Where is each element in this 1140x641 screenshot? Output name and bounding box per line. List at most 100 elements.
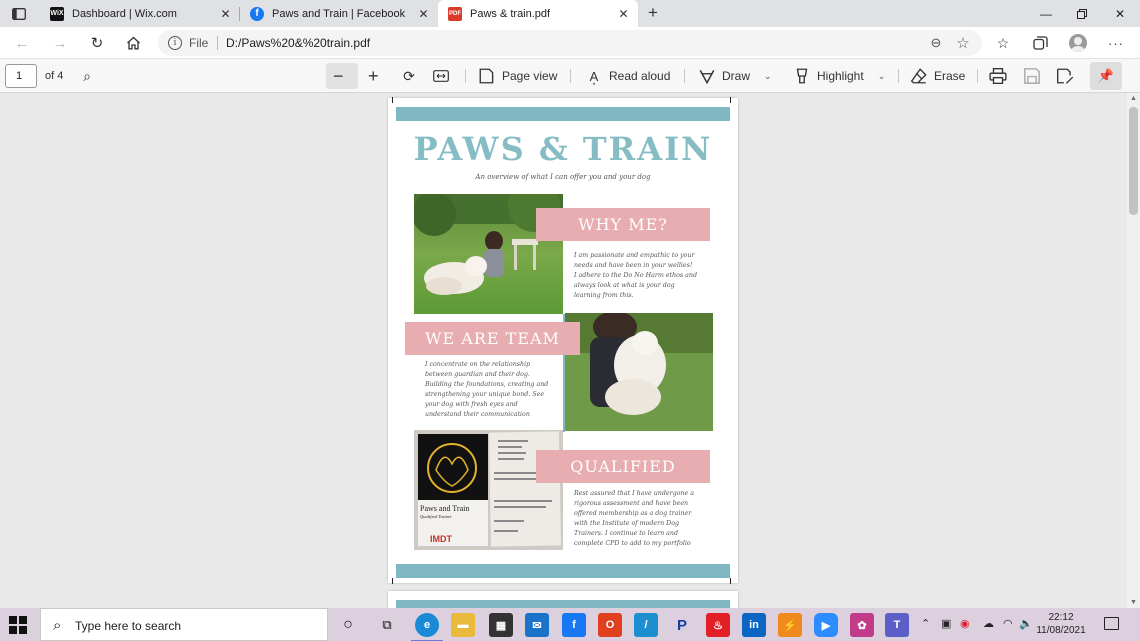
onedrive-icon[interactable]: ☁ [983, 617, 994, 630]
heading-why-me: WHY ME? [536, 208, 710, 241]
highlight-button[interactable]: Highlight ⌄ [793, 64, 885, 88]
settings-more-button[interactable]: ··· [1104, 32, 1128, 54]
save-button[interactable] [1023, 64, 1047, 88]
page-view-label: Page view [502, 69, 558, 83]
close-tab-icon[interactable]: ✕ [617, 7, 630, 21]
volume-icon[interactable]: 🔈 [1019, 617, 1033, 630]
paypal-button[interactable]: P [670, 613, 694, 637]
zoom-in-button[interactable]: + [368, 64, 379, 88]
document-title: PAWS & TRAIN [413, 130, 713, 168]
zoom-app-button[interactable]: ▶ [814, 613, 838, 637]
toolbar-separator [465, 69, 466, 83]
store-button[interactable]: ▦ [489, 613, 513, 637]
print-button[interactable] [989, 64, 1013, 88]
tab-facebook[interactable]: f Paws and Train | Facebook ✕ [240, 0, 438, 27]
forward-button[interactable]: → [47, 31, 73, 55]
task-view-icon: ⧉ [382, 617, 392, 632]
search-placeholder: Type here to search [75, 619, 182, 633]
gallery-button[interactable]: ✿ [850, 613, 874, 637]
scrollbar-thumb[interactable] [1129, 107, 1138, 215]
teams-button[interactable]: T [885, 613, 909, 637]
restore-button[interactable] [1064, 0, 1100, 27]
pdf-page-2 [388, 591, 738, 608]
highlight-icon [796, 68, 808, 84]
scroll-down-icon[interactable]: ▼ [1130, 599, 1137, 606]
scroll-up-icon[interactable]: ▲ [1130, 95, 1137, 102]
edge-app-button[interactable]: e [411, 613, 443, 641]
bottom-teal-band [396, 564, 730, 578]
chevron-down-icon[interactable]: ⌄ [878, 71, 886, 82]
search-icon: ⌕ [83, 67, 91, 84]
save-as-button[interactable] [1056, 64, 1080, 88]
read-aloud-button[interactable]: A͙ Read aloud [585, 64, 671, 88]
erase-button[interactable]: Erase [910, 64, 965, 88]
minimize-button[interactable]: — [1028, 0, 1064, 27]
tab-actions-button[interactable] [8, 4, 30, 24]
we-are-team-text: I concentrate on the relationship betwee… [425, 361, 549, 418]
back-button[interactable]: ← [9, 31, 35, 55]
cortana-button[interactable]: ○ [336, 613, 360, 637]
refresh-button[interactable]: ↻ [84, 31, 110, 55]
pin-toolbar-button[interactable]: 📌 [1090, 62, 1122, 90]
rotate-button[interactable]: ⟳ [400, 64, 424, 88]
toolbar-separator [684, 69, 685, 83]
page-number-input[interactable]: 1 [5, 64, 37, 88]
url-text: D:/Paws%20&%20train.pdf [226, 36, 371, 50]
file-explorer-button[interactable]: ▬ [451, 613, 475, 637]
draw-button[interactable]: Draw ⌄ [698, 64, 772, 88]
tab-wix-dashboard[interactable]: WiX Dashboard | Wix.com ✕ [40, 0, 240, 27]
zoom-out-icon: − [333, 65, 344, 86]
tab-pdf[interactable]: PDF Paws & train.pdf ✕ [438, 0, 638, 27]
heading-qualified: QUALIFIED [536, 450, 710, 483]
toolbar-separator [977, 69, 978, 83]
url-input[interactable]: i File D:/Paws%20&%20train.pdf ⊖ ☆ [158, 30, 982, 56]
info-icon[interactable]: i [168, 36, 182, 50]
antivirus-icon[interactable]: ◉ [960, 617, 970, 630]
clock[interactable]: 22:12 11/08/2021 [1036, 611, 1086, 637]
show-hidden-icons[interactable]: ⌃ [921, 617, 930, 630]
chevron-down-icon[interactable]: ⌄ [764, 71, 772, 82]
crop-mark [392, 578, 400, 584]
mail-icon: ✉ [532, 619, 542, 632]
notifications-icon[interactable] [1104, 617, 1119, 630]
whiteboard-button[interactable]: / [634, 613, 658, 637]
start-button[interactable] [9, 616, 27, 634]
office-button[interactable]: O [598, 613, 622, 637]
home-button[interactable] [120, 31, 146, 55]
page-view-button[interactable]: Page view [478, 64, 557, 88]
eraser-icon [910, 68, 927, 84]
wifi-icon[interactable]: ◠ [1003, 617, 1013, 630]
fit-page-button[interactable] [433, 64, 449, 88]
facebook-icon: f [572, 619, 576, 631]
taskbar-search-input[interactable]: ⌕ Type here to search [40, 608, 328, 641]
santander-icon: ♨ [713, 619, 723, 632]
draw-icon [699, 70, 715, 85]
read-aloud-icon: A͙ [589, 68, 599, 84]
vertical-scrollbar[interactable]: ▲ ▼ [1127, 93, 1140, 608]
collections-button[interactable] [1028, 32, 1052, 54]
task-view-button[interactable]: ⧉ [375, 613, 399, 637]
linkedin-button[interactable]: in [742, 613, 766, 637]
facebook-app-button[interactable]: f [562, 613, 586, 637]
meet-now-icon[interactable]: ▣ [941, 617, 951, 630]
mail-button[interactable]: ✉ [525, 613, 549, 637]
top-teal-band [396, 600, 730, 608]
zoom-icon[interactable]: ⊖ [928, 35, 944, 51]
new-tab-button[interactable]: + [643, 3, 663, 23]
tab-title: Paws and Train | Facebook [272, 7, 406, 20]
profile-avatar[interactable] [1069, 34, 1087, 52]
toolbar-separator [898, 69, 899, 83]
close-tab-icon[interactable]: ✕ [417, 7, 430, 21]
santander-button[interactable]: ♨ [706, 613, 730, 637]
close-tab-icon[interactable]: ✕ [219, 7, 232, 21]
favorites-button[interactable]: ☆ [991, 32, 1015, 54]
add-favorite-icon[interactable]: ☆ [954, 34, 972, 52]
search-button[interactable]: ⌕ [78, 64, 102, 88]
app-button[interactable]: ⚡ [778, 613, 802, 637]
minimize-icon: — [1040, 6, 1052, 21]
tab-strip: WiX Dashboard | Wix.com ✕ f Paws and Tra… [0, 0, 1140, 27]
plus-icon: + [648, 3, 658, 22]
crop-mark [392, 97, 400, 103]
plus-icon: + [368, 65, 379, 86]
close-window-button[interactable]: ✕ [1102, 0, 1138, 27]
